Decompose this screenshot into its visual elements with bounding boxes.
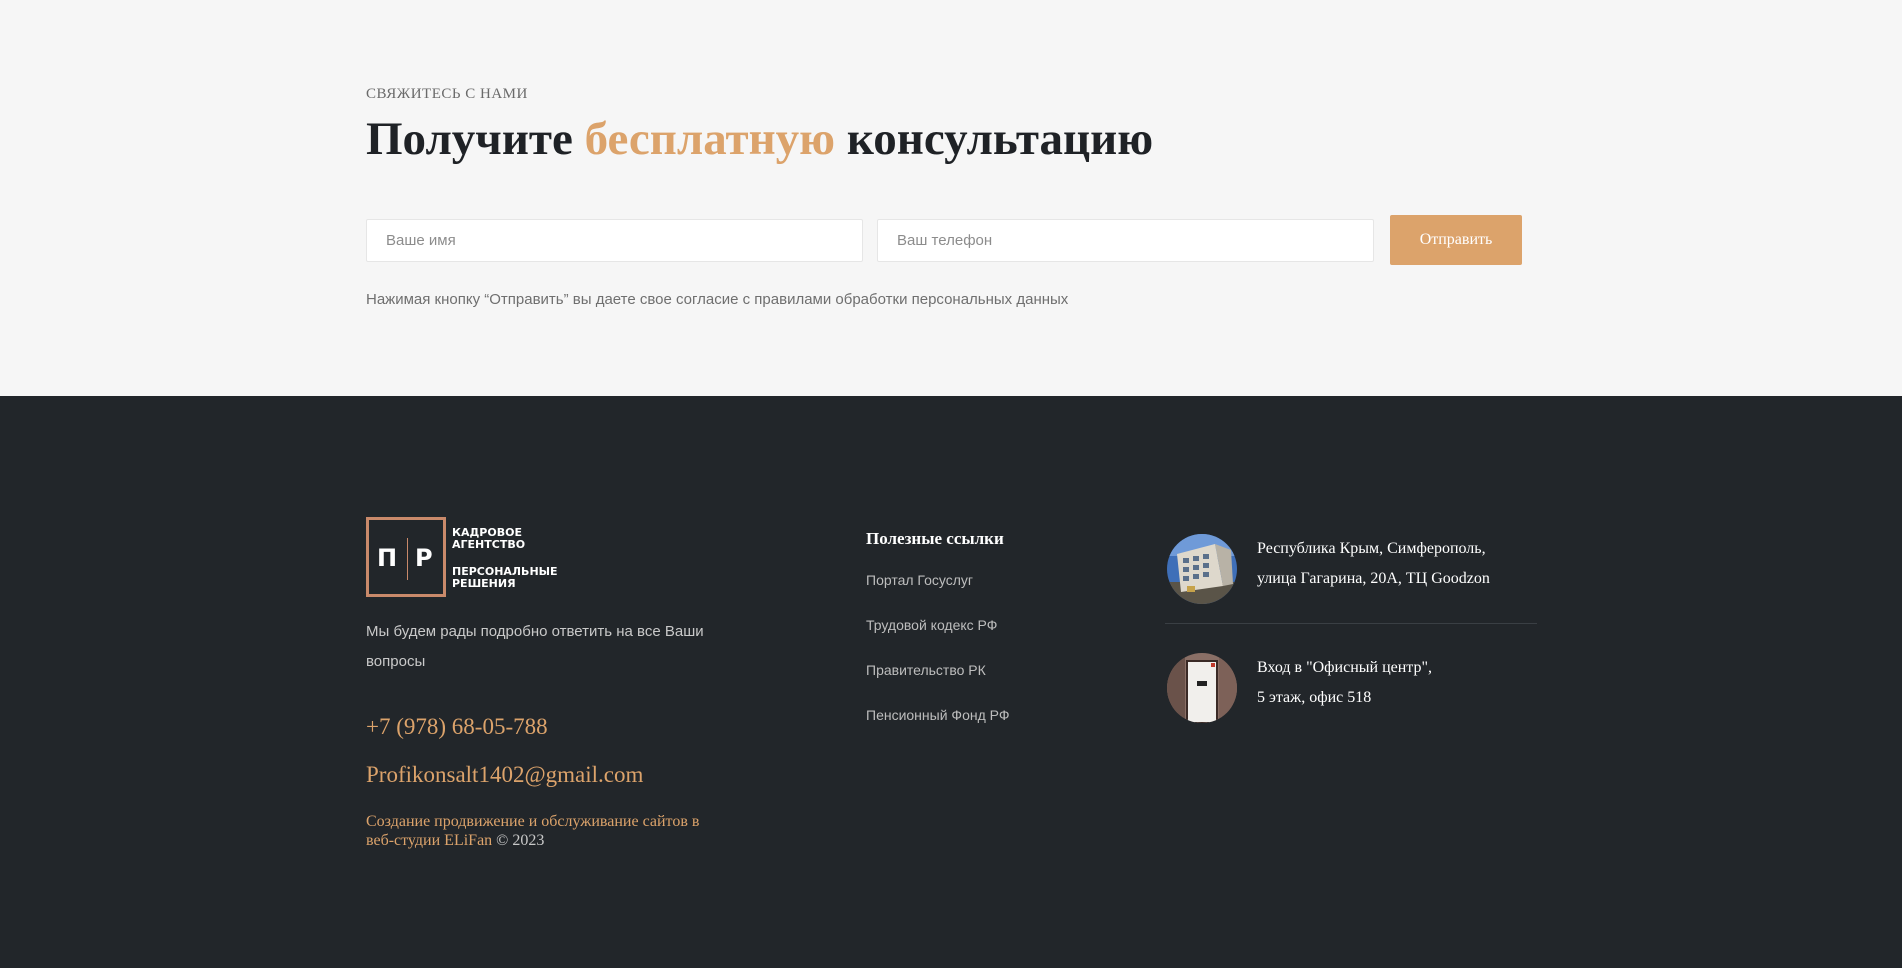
company-logo[interactable]: П Р КАДРОВОЕ АГЕНТСТВО ПЕРСОНАЛЬНЫЕ РЕШЕ… xyxy=(366,517,566,597)
headline-accent: бесплатную xyxy=(584,113,836,165)
link-labor-code[interactable]: Трудовой кодекс РФ xyxy=(866,617,997,633)
section-eyebrow: СВЯЖИТЕСЬ С НАМИ xyxy=(366,86,528,102)
location-address: Республика Крым, Симферополь, улица Гага… xyxy=(1167,534,1537,604)
logo-text-line2: АГЕНТСТВО xyxy=(452,538,526,551)
headline-suffix: консультацию xyxy=(835,113,1154,165)
address-line-2: улица Гагарина, 20А, ТЦ Goodzon xyxy=(1257,570,1490,587)
site-footer xyxy=(0,396,1902,968)
office-door-photo xyxy=(1167,653,1237,723)
about-line-2: вопросы xyxy=(366,653,426,670)
link-gosuslugi[interactable]: Портал Госуслуг xyxy=(866,572,973,588)
logo-letter-p: П xyxy=(377,544,398,572)
link-government-rk[interactable]: Правительство РК xyxy=(866,662,986,678)
about-text: Мы будем рады подробно ответить на все В… xyxy=(366,617,726,677)
building-photo xyxy=(1167,534,1237,604)
credit-line-1[interactable]: Создание продвижение и обслуживание сайт… xyxy=(366,812,736,831)
useful-links-title: Полезные ссылки xyxy=(866,529,1004,548)
copyright-text: © 2023 xyxy=(492,832,545,849)
name-input[interactable] xyxy=(366,219,863,262)
email-link[interactable]: Profikonsalt1402@gmail.com xyxy=(366,762,643,788)
logo-letter-r: Р xyxy=(415,544,433,572)
location-divider xyxy=(1165,623,1537,624)
link-pension-fund[interactable]: Пенсионный Фонд РФ xyxy=(866,707,1009,723)
logo-text-line4: РЕШЕНИЯ xyxy=(452,577,516,590)
consent-text: Нажимая кнопку “Отправить” вы даете свое… xyxy=(366,291,1069,308)
phone-link[interactable]: +7 (978) 68-05-788 xyxy=(366,714,548,740)
location-entrance: Вход в "Офисный центр", 5 этаж, офис 518 xyxy=(1167,653,1537,723)
studio-credit: Создание продвижение и обслуживание сайт… xyxy=(366,812,736,850)
about-line-1: Мы будем рады подробно ответить на все В… xyxy=(366,623,704,640)
section-headline: Получите бесплатную консультацию xyxy=(366,112,1153,166)
phone-input[interactable] xyxy=(877,219,1374,262)
address-line-1: Республика Крым, Симферополь, xyxy=(1257,540,1486,557)
credit-studio-link[interactable]: веб-студии ELiFan xyxy=(366,832,492,849)
logo-divider xyxy=(407,538,408,580)
credit-line-2: веб-студии ELiFan © 2023 xyxy=(366,831,736,850)
entrance-line-1: Вход в "Офисный центр", xyxy=(1257,659,1433,676)
send-button[interactable]: Отправить xyxy=(1390,215,1522,265)
headline-prefix: Получите xyxy=(366,113,585,165)
contact-section: СВЯЖИТЕСЬ С НАМИ Получите бесплатную кон… xyxy=(0,0,1902,396)
logo-frame: П Р xyxy=(366,517,446,597)
entrance-line-2: 5 этаж, офис 518 xyxy=(1257,689,1372,706)
